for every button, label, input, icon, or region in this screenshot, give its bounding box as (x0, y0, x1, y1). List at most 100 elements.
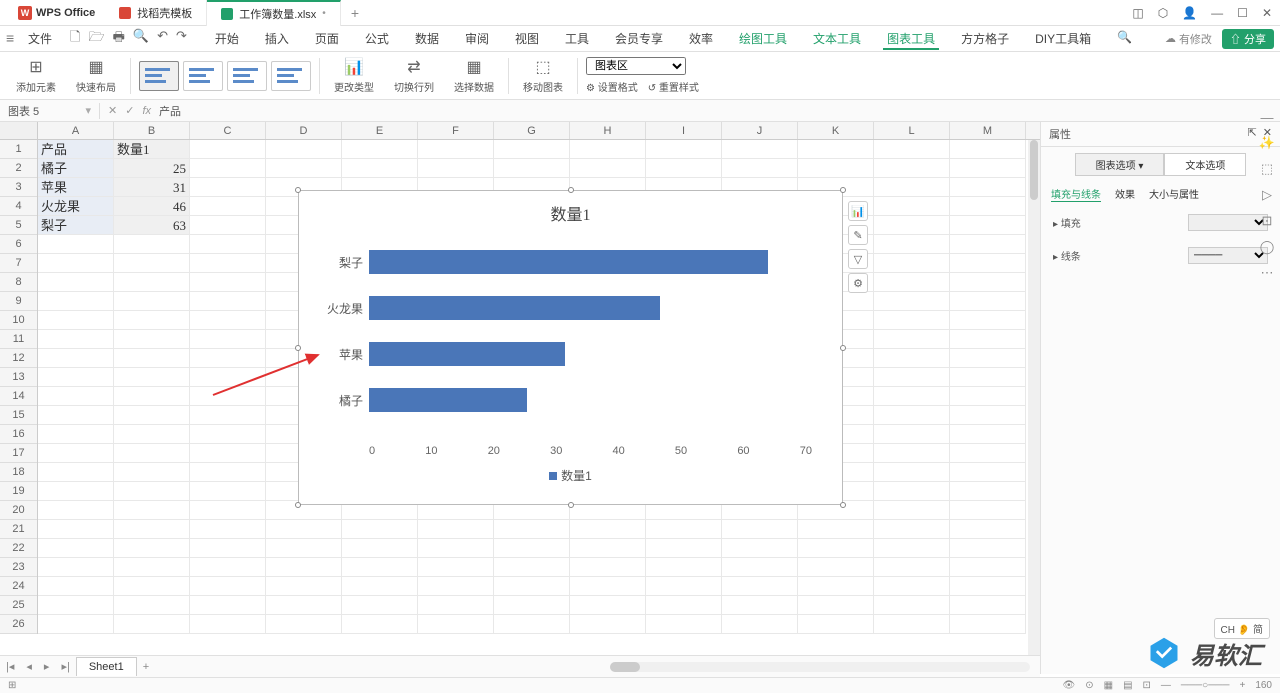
cell[interactable] (114, 558, 190, 577)
avatar-icon[interactable]: 👤 (1182, 6, 1197, 20)
col-header[interactable]: G (494, 122, 570, 139)
cell[interactable] (874, 140, 950, 159)
cell[interactable] (722, 159, 798, 178)
sidebar-crop-icon[interactable]: ⊡ (1262, 213, 1273, 229)
cell[interactable]: 63 (114, 216, 190, 235)
menu-data[interactable]: 数据 (411, 28, 443, 50)
col-header[interactable]: A (38, 122, 114, 139)
preset-4[interactable] (271, 61, 311, 91)
file-menu[interactable]: 文件 (24, 28, 56, 49)
cell[interactable] (494, 159, 570, 178)
cell[interactable] (114, 425, 190, 444)
resize-handle[interactable] (840, 502, 846, 508)
cell[interactable] (722, 577, 798, 596)
search-icon[interactable]: 🔍 (1113, 28, 1136, 50)
cell[interactable] (38, 558, 114, 577)
col-header[interactable]: F (418, 122, 494, 139)
cell[interactable] (950, 330, 1026, 349)
cell[interactable] (114, 501, 190, 520)
cell[interactable] (190, 330, 266, 349)
row-header[interactable]: 23 (0, 558, 37, 577)
cell[interactable] (874, 311, 950, 330)
col-header[interactable]: K (798, 122, 874, 139)
zoom-value[interactable]: 160 (1255, 680, 1272, 691)
cell[interactable] (950, 463, 1026, 482)
cell[interactable] (342, 159, 418, 178)
sidebar-help-icon[interactable]: ◯ (1260, 239, 1275, 255)
row-header[interactable]: 13 (0, 368, 37, 387)
menu-tools[interactable]: 工具 (561, 28, 593, 50)
cell[interactable] (646, 140, 722, 159)
cell[interactable] (38, 539, 114, 558)
cell[interactable] (38, 235, 114, 254)
menu-insert[interactable]: 插入 (261, 28, 293, 50)
reset-style-button[interactable]: ↺ 重置样式 (648, 79, 699, 94)
chart-bar[interactable] (369, 342, 565, 366)
col-header[interactable]: J (722, 122, 798, 139)
view-break-icon[interactable]: ⊡ (1143, 680, 1151, 691)
cell[interactable] (570, 558, 646, 577)
row-header[interactable]: 26 (0, 615, 37, 634)
row-header[interactable]: 12 (0, 349, 37, 368)
menu-diy[interactable]: DIY工具箱 (1031, 28, 1095, 50)
resize-handle[interactable] (568, 187, 574, 193)
tab-chart-options[interactable]: 图表选项 ▾ (1075, 153, 1165, 176)
cell[interactable] (38, 520, 114, 539)
chart-settings-icon[interactable]: ⚙ (848, 273, 868, 293)
cell[interactable] (190, 235, 266, 254)
cell[interactable] (950, 501, 1026, 520)
preset-3[interactable] (227, 61, 267, 91)
cell[interactable] (570, 539, 646, 558)
cell[interactable] (114, 349, 190, 368)
resize-handle[interactable] (295, 502, 301, 508)
cell[interactable] (874, 615, 950, 634)
subtab-size[interactable]: 大小与属性 (1149, 186, 1199, 202)
set-format-button[interactable]: ⚙ 设置格式 (586, 79, 638, 94)
row-header[interactable]: 25 (0, 596, 37, 615)
cell[interactable] (266, 539, 342, 558)
cell[interactable] (874, 501, 950, 520)
cell[interactable]: 31 (114, 178, 190, 197)
cell[interactable] (190, 558, 266, 577)
horizontal-scrollbar[interactable] (610, 662, 1030, 672)
row-header[interactable]: 16 (0, 425, 37, 444)
cell[interactable] (722, 539, 798, 558)
cell[interactable] (874, 159, 950, 178)
cell[interactable] (38, 463, 114, 482)
cell[interactable] (190, 482, 266, 501)
menu-formula[interactable]: 公式 (361, 28, 393, 50)
tab-text-options[interactable]: 文本选项 (1164, 153, 1246, 176)
cell[interactable] (190, 292, 266, 311)
cell[interactable] (190, 368, 266, 387)
cell[interactable] (190, 159, 266, 178)
cell[interactable] (494, 558, 570, 577)
cell[interactable] (38, 292, 114, 311)
select-data-button[interactable]: ▦选择数据 (448, 57, 500, 94)
cell[interactable] (190, 216, 266, 235)
chart-bar[interactable] (369, 296, 660, 320)
maximize-button[interactable]: ☐ (1237, 6, 1248, 20)
cell[interactable]: 产品 (38, 140, 114, 159)
cell[interactable] (38, 596, 114, 615)
sidebar-style-icon[interactable]: ✨ (1259, 135, 1275, 151)
zoom-in-icon[interactable]: + (1239, 680, 1245, 691)
cell[interactable] (646, 520, 722, 539)
cell[interactable] (38, 311, 114, 330)
cell[interactable] (874, 292, 950, 311)
cell[interactable] (874, 539, 950, 558)
subtab-fill-line[interactable]: 填充与线条 (1051, 186, 1101, 202)
menu-efficiency[interactable]: 效率 (685, 28, 717, 50)
cell[interactable] (494, 140, 570, 159)
sidebar-minus-icon[interactable]: — (1261, 110, 1274, 125)
sheet-nav-prev[interactable]: ◂ (20, 660, 38, 673)
switch-rowcol-button[interactable]: ⇄切换行列 (388, 57, 440, 94)
vertical-scrollbar[interactable] (1028, 140, 1040, 674)
cell[interactable] (950, 615, 1026, 634)
col-header[interactable]: M (950, 122, 1026, 139)
chart-styles-icon[interactable]: ✎ (848, 225, 868, 245)
cell[interactable] (114, 292, 190, 311)
cell[interactable] (418, 615, 494, 634)
cell[interactable] (874, 558, 950, 577)
cell[interactable] (874, 577, 950, 596)
sheet-nav-first[interactable]: |◂ (0, 660, 20, 673)
